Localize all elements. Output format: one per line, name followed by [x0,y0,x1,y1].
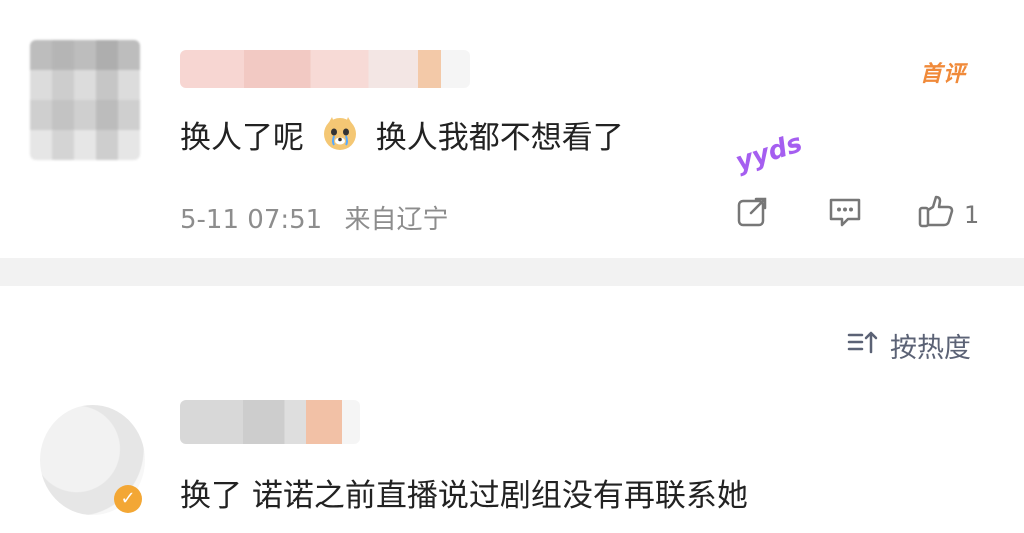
comment-button[interactable] [826,196,864,234]
comment-text-part-2: 换人我都不想看了 [375,120,624,156]
share-button[interactable] [734,196,770,234]
comment-time: 5-11 07:51 [180,205,323,235]
like-count: 1 [964,201,980,229]
thumbs-up-icon [916,194,954,236]
verified-badge-icon: ✓ [114,485,142,513]
username-blurred[interactable] [180,50,470,88]
like-button[interactable]: 1 [916,194,980,236]
sort-by-hotness-button[interactable]: 按热度 [846,326,971,365]
first-comment-badge: 首评 [920,62,967,87]
comment-text-part-1: 换人了呢 [180,120,304,156]
username-blurred[interactable] [180,400,360,444]
section-divider [0,258,1024,286]
crying-doge-emoji-icon [320,114,360,154]
comment-meta: 5-11 07:51 来自辽宁 [180,199,448,236]
sort-label: 按热度 [890,333,971,364]
comment-text: 换人了呢 换人我都不想看了 [180,112,624,157]
comment-icon [826,194,864,236]
comment-text: 换了 诺诺之前直播说过剧组没有再联系她 [180,478,748,514]
avatar[interactable] [30,40,140,160]
comment-location: 来自辽宁 [344,205,449,235]
sort-icon [846,328,880,363]
share-icon [734,194,770,236]
